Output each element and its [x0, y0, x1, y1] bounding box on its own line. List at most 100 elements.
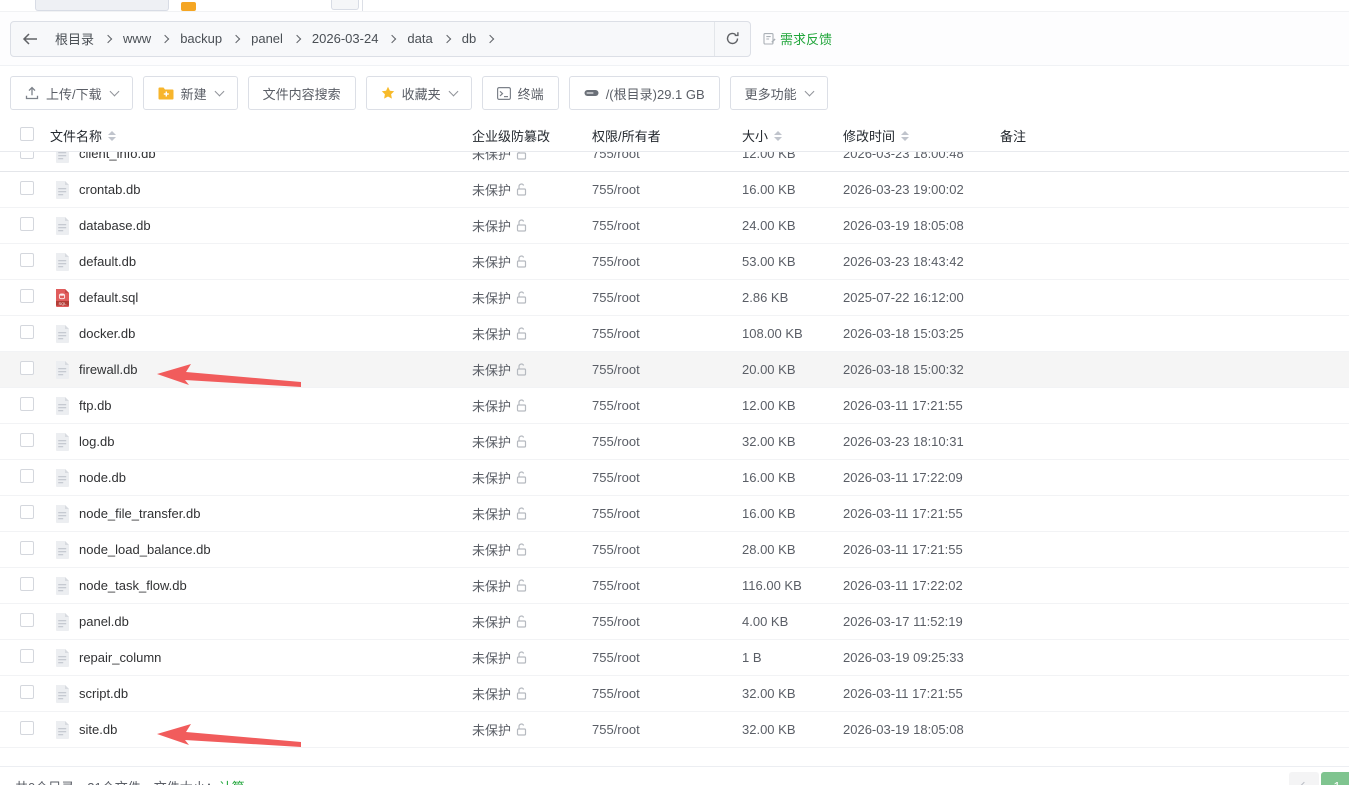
table-body: SQL crontab.db 未保护 755/root 16.00 KB 202… — [0, 172, 1349, 748]
file-name[interactable]: node.db — [79, 470, 126, 485]
tamper-status[interactable]: 未保护 — [472, 396, 592, 415]
table-row[interactable]: SQL node_task_flow.db 未保护 755/root 116.0… — [0, 568, 1349, 604]
table-row[interactable]: SQL repair_column 未保护 755/root 1 B 2026-… — [0, 640, 1349, 676]
table-row[interactable]: SQL node_load_balance.db 未保护 755/root 28… — [0, 532, 1349, 568]
tamper-status[interactable]: 未保护 — [472, 720, 592, 739]
row-checkbox[interactable] — [20, 505, 34, 519]
tamper-status[interactable]: 未保护 — [472, 468, 592, 487]
modified-time: 2026-03-23 18:00:48 — [843, 152, 1000, 161]
file-name[interactable]: docker.db — [79, 326, 135, 341]
terminal-button[interactable]: 终端 — [482, 76, 559, 110]
table-row[interactable]: SQL ftp.db 未保护 755/root 12.00 KB 2026-03… — [0, 388, 1349, 424]
tamper-status[interactable]: 未保护 — [472, 180, 592, 199]
row-checkbox[interactable] — [20, 152, 34, 159]
breadcrumb-item[interactable]: db — [456, 22, 499, 56]
breadcrumb-item[interactable]: www — [117, 22, 174, 56]
file-name[interactable]: site.db — [79, 722, 117, 737]
tamper-status[interactable]: 未保护 — [472, 648, 592, 667]
calculate-link[interactable]: 计算 — [219, 780, 245, 785]
content-search-button[interactable]: 文件内容搜索 — [248, 76, 356, 110]
file-name[interactable]: default.db — [79, 254, 136, 269]
refresh-button[interactable] — [714, 22, 750, 56]
row-checkbox[interactable] — [20, 253, 34, 267]
tamper-status[interactable]: 未保护 — [472, 288, 592, 307]
file-name[interactable]: default.sql — [79, 290, 138, 305]
row-checkbox[interactable] — [20, 217, 34, 231]
table-row[interactable]: client_info.db 未保护 755/root 12.00 KB 202… — [0, 152, 1349, 172]
page-1-button[interactable]: 1 — [1321, 772, 1349, 785]
file-size: 24.00 KB — [742, 218, 843, 233]
row-checkbox[interactable] — [20, 613, 34, 627]
column-header-size[interactable]: 大小 — [742, 126, 843, 145]
new-tab-button[interactable] — [331, 0, 359, 10]
table-row[interactable]: SQL panel.db 未保护 755/root 4.00 KB 2026-0… — [0, 604, 1349, 640]
inactive-tab[interactable] — [35, 0, 169, 11]
row-checkbox[interactable] — [20, 433, 34, 447]
file-name[interactable]: node_load_balance.db — [79, 542, 211, 557]
row-checkbox[interactable] — [20, 325, 34, 339]
table-row[interactable]: SQL log.db 未保护 755/root 32.00 KB 2026-03… — [0, 424, 1349, 460]
favorites-button[interactable]: 收藏夹 — [366, 76, 472, 110]
breadcrumb-item[interactable]: panel — [245, 22, 306, 56]
file-name[interactable]: repair_column — [79, 650, 161, 665]
tamper-status[interactable]: 未保护 — [472, 252, 592, 271]
prev-page-button[interactable] — [1289, 772, 1319, 785]
file-name[interactable]: ftp.db — [79, 398, 112, 413]
select-all-checkbox[interactable] — [20, 127, 34, 141]
more-functions-button[interactable]: 更多功能 — [730, 76, 828, 110]
row-checkbox[interactable] — [20, 289, 34, 303]
breadcrumb-item[interactable]: backup — [174, 22, 245, 56]
table-row[interactable]: SQL firewall.db 未保护 755/root 20.00 KB 20… — [0, 352, 1349, 388]
table-row[interactable]: SQL node_file_transfer.db 未保护 755/root 1… — [0, 496, 1349, 532]
tamper-status[interactable]: 未保护 — [472, 324, 592, 343]
table-row[interactable]: SQL crontab.db 未保护 755/root 16.00 KB 202… — [0, 172, 1349, 208]
tamper-status[interactable]: 未保护 — [472, 360, 592, 379]
path-input[interactable] — [499, 22, 714, 56]
breadcrumb-item[interactable]: data — [401, 22, 455, 56]
row-checkbox[interactable] — [20, 397, 34, 411]
tamper-status[interactable]: 未保护 — [472, 216, 592, 235]
table-row[interactable]: SQL script.db 未保护 755/root 32.00 KB 2026… — [0, 676, 1349, 712]
file-name[interactable]: crontab.db — [79, 182, 140, 197]
back-button[interactable] — [11, 22, 49, 56]
tamper-status[interactable]: 未保护 — [472, 540, 592, 559]
row-checkbox[interactable] — [20, 577, 34, 591]
tamper-status[interactable]: 未保护 — [472, 432, 592, 451]
row-checkbox[interactable] — [20, 721, 34, 735]
row-checkbox[interactable] — [20, 685, 34, 699]
permission-owner: 755/root — [592, 254, 742, 269]
row-checkbox[interactable] — [20, 469, 34, 483]
file-name[interactable]: log.db — [79, 434, 114, 449]
file-name[interactable]: node_file_transfer.db — [79, 506, 200, 521]
file-name[interactable]: panel.db — [79, 614, 129, 629]
tamper-status[interactable]: 未保护 — [472, 612, 592, 631]
row-checkbox[interactable] — [20, 361, 34, 375]
table-row[interactable]: SQL database.db 未保护 755/root 24.00 KB 20… — [0, 208, 1349, 244]
new-button[interactable]: 新建 — [143, 76, 238, 110]
upload-download-button[interactable]: 上传/下载 — [10, 76, 133, 110]
table-row[interactable]: SQL site.db 未保护 755/root 32.00 KB 2026-0… — [0, 712, 1349, 748]
table-row[interactable]: SQL docker.db 未保护 755/root 108.00 KB 202… — [0, 316, 1349, 352]
table-row[interactable]: SQL node.db 未保护 755/root 16.00 KB 2026-0… — [0, 460, 1349, 496]
file-name[interactable]: script.db — [79, 686, 128, 701]
file-name[interactable]: node_task_flow.db — [79, 578, 187, 593]
table-row[interactable]: SQL default.sql 未保护 755/root 2.86 KB 202… — [0, 280, 1349, 316]
breadcrumb-item[interactable]: 2026-03-24 — [306, 22, 402, 56]
row-checkbox[interactable] — [20, 649, 34, 663]
breadcrumb-item[interactable]: 根目录 — [49, 22, 117, 56]
feedback-link[interactable]: 需求反馈 — [763, 29, 832, 48]
row-checkbox[interactable] — [20, 181, 34, 195]
tamper-status[interactable]: 未保护 — [472, 152, 592, 163]
tamper-status[interactable]: 未保护 — [472, 504, 592, 523]
permission-owner: 755/root — [592, 218, 742, 233]
tamper-status[interactable]: 未保护 — [472, 576, 592, 595]
row-checkbox[interactable] — [20, 541, 34, 555]
tamper-status[interactable]: 未保护 — [472, 684, 592, 703]
column-header-mtime[interactable]: 修改时间 — [843, 126, 1000, 145]
disk-button[interactable]: /(根目录)29.1 GB — [569, 76, 720, 110]
table-row[interactable]: SQL default.db 未保护 755/root 53.00 KB 202… — [0, 244, 1349, 280]
file-name[interactable]: client_info.db — [79, 152, 156, 161]
file-name[interactable]: firewall.db — [79, 362, 138, 377]
file-name[interactable]: database.db — [79, 218, 151, 233]
column-header-filename[interactable]: 文件名称 — [48, 126, 472, 145]
